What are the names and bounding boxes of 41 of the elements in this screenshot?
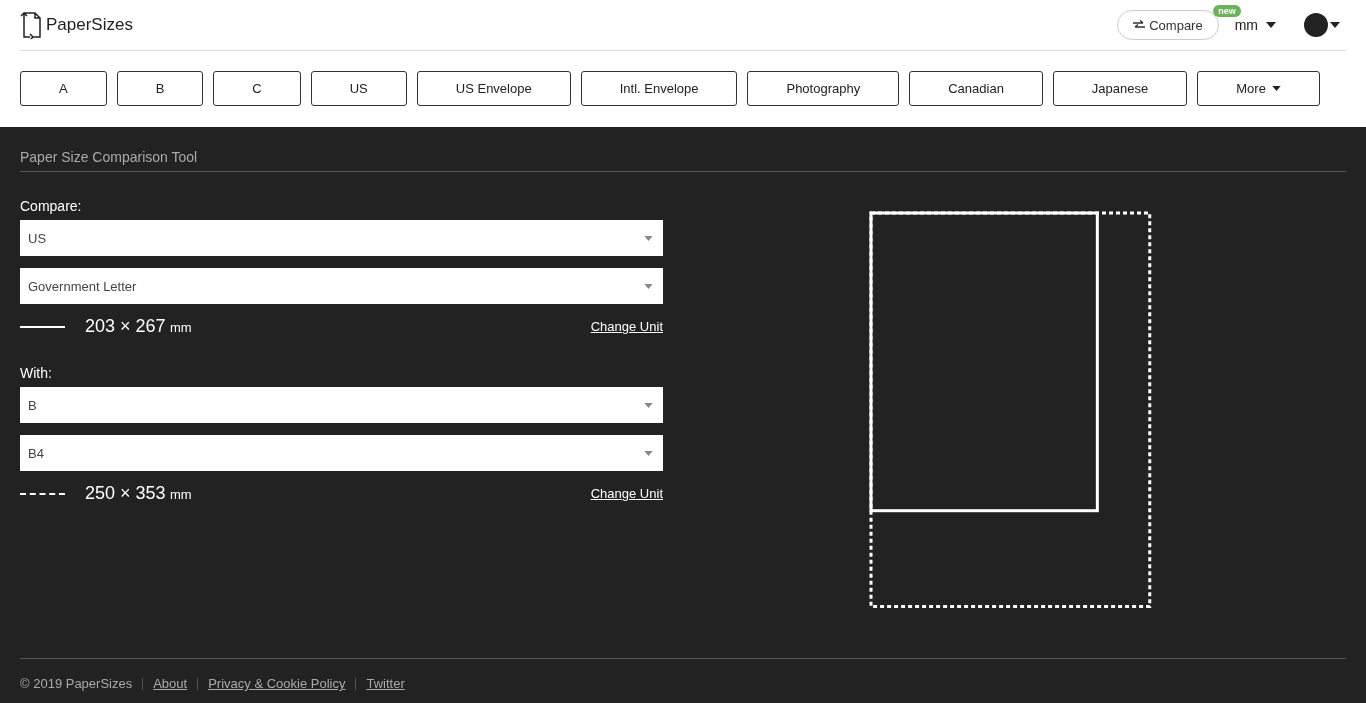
- size-dropdown[interactable]: Government Letter: [20, 268, 663, 304]
- caret-icon: [1266, 22, 1276, 28]
- field-label: With:: [20, 365, 53, 381]
- section-title: Paper Size Comparison Tool: [20, 127, 1346, 172]
- category-tab[interactable]: C: [213, 71, 301, 106]
- unit-dropdown[interactable]: mm: [1228, 16, 1282, 34]
- solid-line-legend: [20, 325, 65, 328]
- standard-dropdown[interactable]: US: [20, 220, 663, 256]
- dimensions-text: 250 × 353 mm: [85, 483, 193, 504]
- avatar-circle: [1304, 13, 1328, 37]
- category-tab[interactable]: Japanese: [1052, 71, 1188, 106]
- change-unit-link[interactable]: Change Unit: [590, 486, 663, 501]
- new-badge: new: [1213, 5, 1241, 17]
- standard-dropdown[interactable]: B: [20, 387, 663, 423]
- dropdown-arrow-icon: [644, 283, 653, 289]
- dimensions-text: 203 × 267 mm: [85, 316, 193, 337]
- footer-link[interactable]: About: [153, 676, 188, 691]
- size-dropdown[interactable]: B4: [20, 435, 663, 471]
- category-tab[interactable]: Intl. Envelope: [580, 71, 738, 106]
- category-tab[interactable]: US: [310, 71, 407, 106]
- category-tab[interactable]: More: [1197, 71, 1320, 106]
- dashed-line-legend: [20, 492, 65, 495]
- logo-text[interactable]: PaperSizes: [46, 15, 133, 35]
- footer-link[interactable]: Twitter: [366, 676, 405, 691]
- category-tab[interactable]: US Envelope: [416, 71, 571, 106]
- copyright-text: © 2019 PaperSizes: [20, 676, 133, 691]
- logo-icon: [20, 11, 42, 39]
- compare-button[interactable]: Compare: [1117, 10, 1219, 40]
- dropdown-arrow-icon: [644, 450, 653, 456]
- category-tab[interactable]: Photography: [747, 71, 900, 106]
- category-tab[interactable]: B: [116, 71, 204, 106]
- field-label: Compare:: [20, 198, 83, 214]
- swap-icon: [1133, 20, 1146, 30]
- category-tab[interactable]: Canadian: [909, 71, 1043, 106]
- dropdown-arrow-icon: [644, 235, 653, 241]
- footer-link[interactable]: Privacy & Cookie Policy: [208, 676, 346, 691]
- caret-icon: [1330, 22, 1340, 28]
- change-unit-link[interactable]: Change Unit: [590, 319, 663, 334]
- caret-icon: [1271, 86, 1281, 91]
- category-tab[interactable]: A: [20, 71, 107, 106]
- dropdown-arrow-icon: [644, 402, 653, 408]
